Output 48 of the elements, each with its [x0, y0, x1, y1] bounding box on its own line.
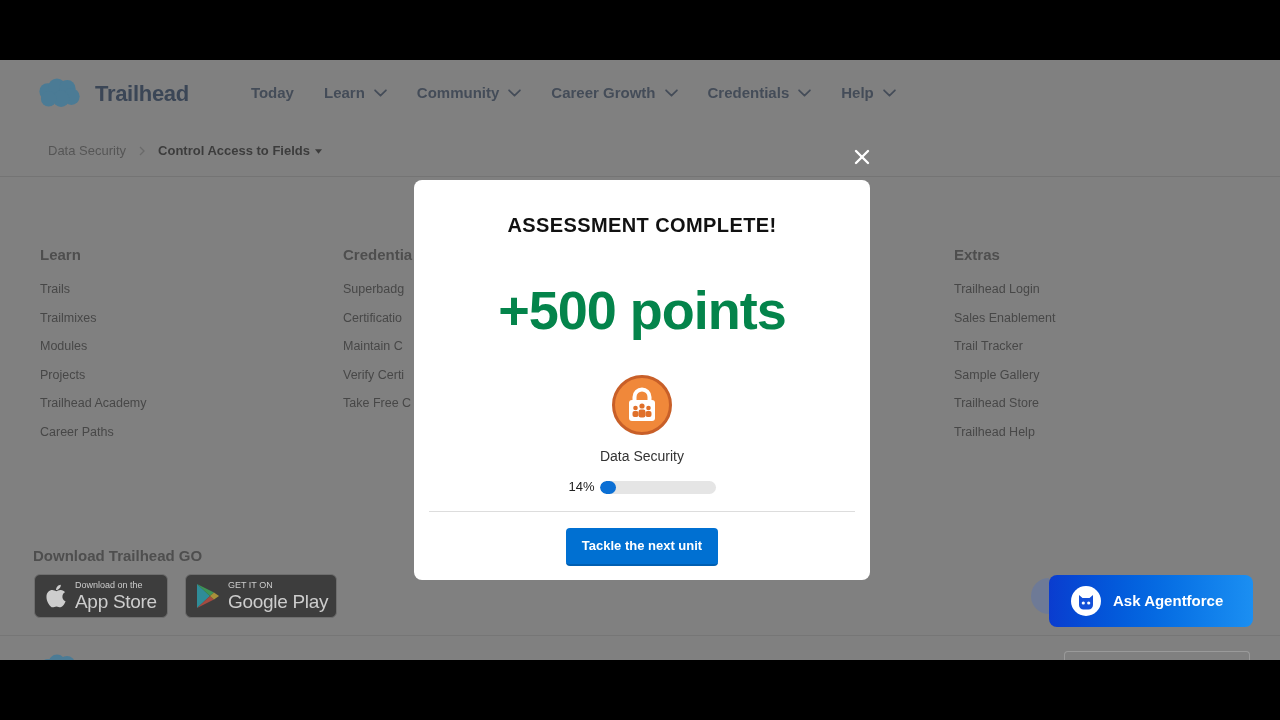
next-unit-button[interactable]: Tackle the next unit: [565, 528, 719, 566]
nav-item[interactable]: Today: [250, 81, 294, 105]
footer-link[interactable]: Projects: [40, 360, 86, 389]
progress-reading: 14%: [568, 478, 595, 497]
apple-icon: [45, 583, 67, 609]
assistant-button[interactable]: Ask Agentforce: [1049, 575, 1253, 627]
footer-link[interactable]: Trailmixes: [40, 303, 97, 332]
footer-link[interactable]: Career Paths: [40, 417, 114, 446]
dialog-title: ASSESSMENT COMPLETE!: [507, 213, 777, 237]
cat-face-icon: [1071, 586, 1101, 616]
chevron-down-icon: [373, 89, 387, 97]
footer-link[interactable]: Trailhead Academy: [40, 389, 147, 418]
chevron-down-icon: [508, 89, 522, 97]
footer-link[interactable]: Trails: [40, 275, 71, 304]
breadcrumb-link[interactable]: Control Access to Fields: [158, 141, 322, 161]
caret-down-icon: [315, 148, 322, 154]
nav-item[interactable]: Help: [841, 81, 896, 105]
footer-link[interactable]: Verify Certi: [343, 360, 405, 389]
nav-item[interactable]: Career Growth: [551, 81, 678, 105]
footer-link[interactable]: Sample Gallery: [954, 360, 1040, 389]
footer-link[interactable]: Trailhead Help: [954, 417, 1035, 446]
round-button[interactable]: [1031, 578, 1049, 614]
store-badge[interactable]: GET IT ON Google Play: [185, 574, 337, 618]
footer-link[interactable]: Sales Enablement: [954, 303, 1056, 332]
logo-text: Trailhead: [95, 79, 189, 108]
footer-link[interactable]: Certificatio: [343, 303, 403, 332]
chevron-down-icon: [798, 89, 812, 97]
nav-item[interactable]: Credentials: [707, 81, 812, 105]
close-icon: [854, 149, 870, 165]
footer-link[interactable]: Superbadg: [343, 275, 405, 304]
close-button[interactable]: [854, 149, 870, 165]
play-triangle-icon: [196, 583, 220, 609]
footer-link[interactable]: Trail Tracker: [954, 332, 1023, 361]
footer-link[interactable]: Trailhead Store: [954, 389, 1039, 418]
chevron-down-icon: [882, 89, 896, 97]
padlock-badge-icon: [612, 375, 672, 435]
footer-link[interactable]: Trailhead Login: [954, 275, 1040, 304]
field-outline[interactable]: [1064, 651, 1250, 660]
chevron-down-icon: [664, 89, 678, 97]
footer-link[interactable]: Maintain C: [343, 332, 403, 361]
footer-link[interactable]: Take Free C: [343, 389, 412, 418]
badge-label: Data Security: [599, 447, 684, 466]
cloud-logo-icon[interactable]: [37, 78, 81, 108]
nav-item[interactable]: Community: [416, 81, 522, 105]
store-badge[interactable]: Download on the App Store: [34, 574, 168, 618]
points-earned: +500 points: [498, 279, 786, 342]
nav-item[interactable]: Learn: [323, 81, 387, 105]
footer-link[interactable]: Modules: [40, 332, 88, 361]
